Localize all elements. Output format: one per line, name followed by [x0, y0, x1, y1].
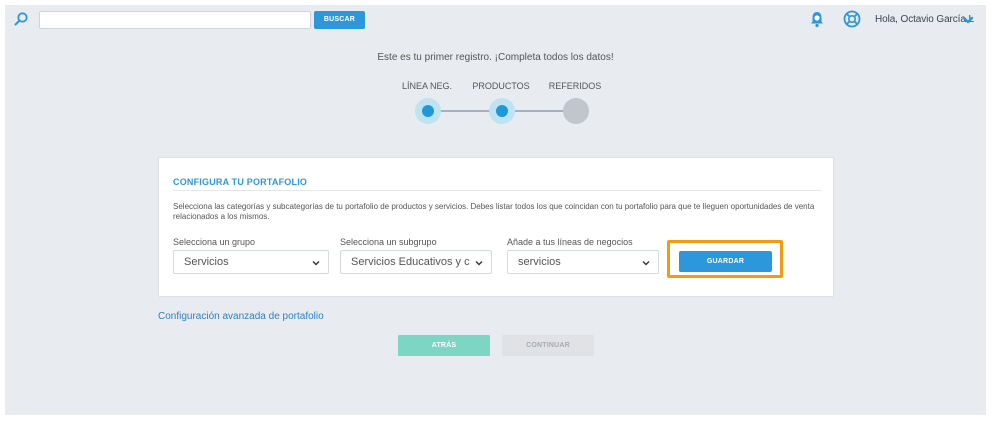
group-select[interactable]: Servicios [173, 250, 329, 274]
subgroup-select[interactable]: Servicios Educativos y c [340, 250, 492, 274]
help-icon[interactable] [843, 10, 861, 28]
bell-icon[interactable] [809, 10, 825, 28]
search-input[interactable] [39, 11, 311, 29]
search-button[interactable]: BUSCAR [314, 11, 365, 29]
step-dot-referidos [563, 98, 589, 124]
portfolio-panel: CONFIGURA TU PORTAFOLIO Selecciona las c… [158, 157, 834, 297]
step-dot-productos [489, 98, 515, 124]
business-line-select[interactable]: servicios [507, 250, 659, 274]
chevron-down-icon [642, 261, 650, 266]
panel-description: Selecciona las categorías y subcategoría… [173, 202, 815, 221]
group-select-value: Servicios [184, 256, 229, 268]
step-label-referidos: REFERIDOS [548, 81, 602, 91]
business-line-select-value: servicios [518, 256, 561, 268]
chevron-down-icon [312, 261, 320, 266]
continue-button[interactable]: CONTINUAR [502, 335, 594, 356]
back-button[interactable]: ATRÁS [398, 335, 490, 356]
step-dot-linea [415, 98, 441, 124]
subgroup-select-value: Servicios Educativos y c [351, 256, 470, 268]
divider [173, 190, 821, 191]
chevron-down-icon [475, 261, 483, 266]
intro-message: Este es tu primer registro. ¡Completa to… [377, 52, 614, 63]
user-greeting[interactable]: Hola, Octavio García L [875, 14, 974, 25]
step-connector [439, 110, 491, 112]
group-label: Selecciona un grupo [173, 237, 256, 247]
chevron-down-icon[interactable] [962, 14, 974, 26]
save-button[interactable]: GUARDAR [679, 251, 772, 272]
top-bar: BUSCAR Hola, Octavio García L [5, 5, 986, 35]
step-connector [515, 110, 567, 112]
search-icon[interactable] [13, 11, 29, 27]
progress-stepper [415, 98, 590, 124]
business-line-label: Añade a tus líneas de negocios [507, 237, 633, 247]
panel-title: CONFIGURA TU PORTAFOLIO [173, 177, 308, 187]
advanced-config-link[interactable]: Configuración avanzada de portafolio [158, 311, 324, 322]
app-window: BUSCAR Hola, Octavio García L Este es tu… [5, 5, 986, 415]
subgroup-label: Selecciona un subgrupo [340, 237, 437, 247]
